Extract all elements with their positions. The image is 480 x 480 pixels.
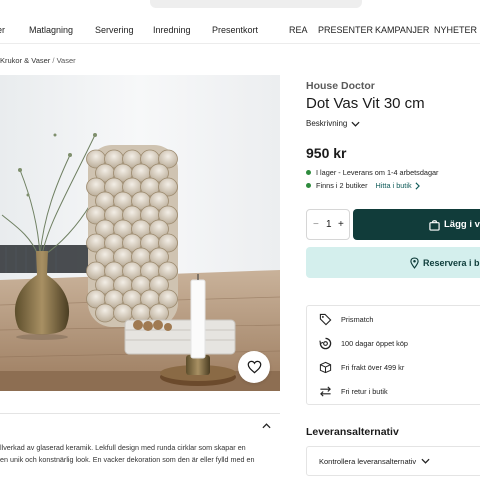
description-line: en unik och konstnärlig look. En vacker … bbox=[0, 455, 255, 464]
add-to-cart-button[interactable]: Lägg i va bbox=[353, 209, 480, 240]
delivery-options-dropdown[interactable]: Kontrollera leveransalternativ bbox=[306, 446, 480, 476]
description-line: llverkad av glaserad keramik. Lekfull de… bbox=[0, 443, 246, 452]
search-bar[interactable] bbox=[150, 0, 362, 8]
stock-online: I lager - Leverans om 1-4 arbetsdagar bbox=[306, 168, 439, 177]
swap-arrows-icon bbox=[320, 386, 331, 397]
usp-item-free-return: Fri retur i butik bbox=[319, 385, 388, 398]
description-toggle-label: Beskrivning bbox=[306, 119, 348, 128]
breadcrumb: Krukor & Vaser / Vaser bbox=[0, 56, 76, 65]
description-toggle[interactable]: Beskrivning bbox=[306, 119, 360, 128]
shopping-bag-icon bbox=[429, 219, 440, 231]
breadcrumb-current: Vaser bbox=[56, 56, 76, 65]
usp-box: Prismatch 100 dagar öppet köp Fri frakt … bbox=[306, 305, 480, 405]
nav-item-presenter[interactable]: PRESENTER bbox=[318, 25, 373, 35]
description-accordion-header[interactable] bbox=[0, 413, 280, 441]
stock-stores-text: Finns i 2 butiker bbox=[316, 181, 368, 190]
product-brand[interactable]: House Doctor bbox=[306, 80, 375, 92]
quantity-value: 1 bbox=[326, 219, 332, 230]
chevron-down-icon bbox=[421, 458, 430, 464]
tag-icon bbox=[319, 313, 332, 326]
stock-stores: Finns i 2 butiker Hitta i butik bbox=[306, 181, 420, 190]
nav-item-matlagning[interactable]: Matlagning bbox=[29, 25, 73, 35]
usp-label: Prismatch bbox=[341, 315, 374, 324]
nav-item-servering[interactable]: Servering bbox=[95, 25, 134, 35]
breadcrumb-parent[interactable]: Krukor & Vaser bbox=[0, 56, 50, 65]
delivery-options-label: Kontrollera leveransalternativ bbox=[319, 456, 417, 466]
chevron-down-icon bbox=[351, 121, 360, 127]
vase-scale-decoration bbox=[113, 303, 133, 323]
stock-online-text: I lager - Leverans om 1-4 arbetsdagar bbox=[316, 168, 439, 177]
usp-item-open-purchase: 100 dagar öppet köp bbox=[319, 337, 408, 350]
chevron-up-icon[interactable] bbox=[262, 423, 271, 429]
nav-item-inredning[interactable]: Inredning bbox=[153, 25, 191, 35]
product-photo-illustration bbox=[0, 75, 280, 391]
delivery-heading: Leveransalternativ bbox=[306, 426, 399, 438]
nav-item-rea[interactable]: REA bbox=[289, 25, 308, 35]
product-description: llverkad av glaserad keramik. Lekfull de… bbox=[0, 442, 280, 466]
product-price: 950 kr bbox=[306, 145, 347, 161]
product-title: Dot Vas Vit 30 cm bbox=[306, 95, 425, 112]
chevron-right-icon bbox=[415, 181, 420, 190]
in-stock-dot bbox=[306, 183, 311, 188]
reserve-in-store-button[interactable]: Reservera i but bbox=[306, 247, 480, 278]
nav-item-truncated[interactable]: er bbox=[0, 25, 5, 35]
quantity-stepper[interactable]: − 1 + bbox=[306, 209, 350, 240]
add-to-cart-label: Lägg i va bbox=[444, 219, 480, 230]
nav-item-presentkort[interactable]: Presentkort bbox=[212, 25, 258, 35]
return-100-icon bbox=[319, 337, 332, 350]
reserve-label: Reservera i but bbox=[423, 257, 480, 268]
in-stock-dot bbox=[306, 170, 311, 175]
vase-scale-decoration bbox=[149, 303, 169, 323]
usp-item-prismatch: Prismatch bbox=[319, 313, 373, 326]
usp-label: Fri retur i butik bbox=[341, 387, 388, 396]
increment-button[interactable]: + bbox=[338, 219, 344, 230]
delivery-box-icon bbox=[319, 361, 332, 374]
usp-label: 100 dagar öppet köp bbox=[341, 339, 408, 348]
usp-label: Fri frakt över 499 kr bbox=[341, 363, 405, 372]
favorite-button[interactable] bbox=[238, 351, 270, 383]
main-nav: er Matlagning Servering Inredning Presen… bbox=[0, 20, 480, 44]
product-image[interactable] bbox=[0, 75, 280, 391]
vase-scale-decoration bbox=[131, 303, 151, 323]
heart-icon bbox=[247, 360, 261, 374]
nav-item-nyheter[interactable]: NYHETER bbox=[434, 25, 477, 35]
vase-scale-decoration bbox=[95, 303, 115, 323]
usp-item-free-shipping: Fri frakt över 499 kr bbox=[319, 361, 404, 374]
breadcrumb-separator: / bbox=[52, 56, 55, 65]
find-in-store-link[interactable]: Hitta i butik bbox=[376, 181, 420, 190]
find-in-store-label: Hitta i butik bbox=[375, 181, 412, 190]
decrement-button[interactable]: − bbox=[313, 219, 319, 230]
location-pin-icon bbox=[410, 256, 419, 269]
nav-item-kampanjer[interactable]: KAMPANJER bbox=[375, 25, 429, 35]
